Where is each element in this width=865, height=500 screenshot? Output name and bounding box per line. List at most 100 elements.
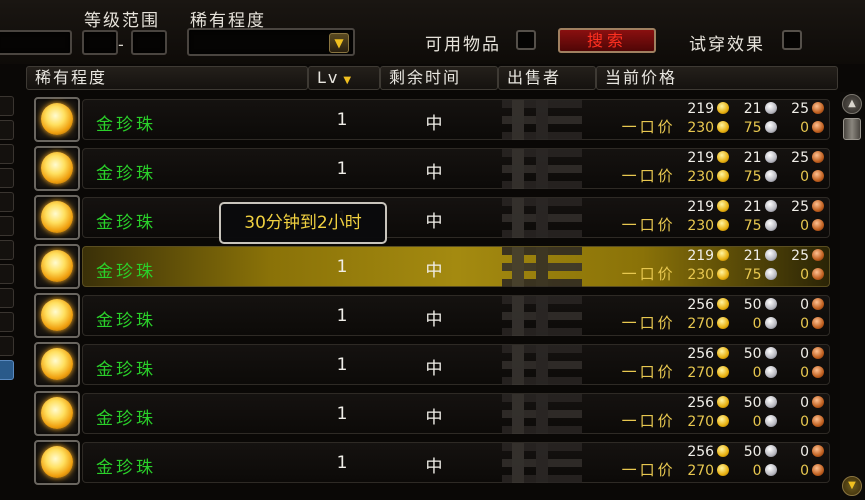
price-cell: 256 50 0 一口价 270 0 0	[594, 345, 824, 383]
time-left: 中	[425, 163, 443, 183]
usable-items-checkbox[interactable]	[516, 30, 536, 50]
copper-coin-icon	[812, 151, 824, 163]
auction-list: 金珍珠 1 中 219 21 25 一口价 230 75 0 金珍珠 1 中 2…	[30, 96, 832, 500]
column-header-current-price[interactable]: 当前价格	[596, 66, 838, 90]
table-row[interactable]: 金珍珠 1 中 256 50 0 一口价 270 0 0	[30, 341, 832, 388]
buyout-gold: 270	[687, 365, 715, 381]
side-tab[interactable]	[0, 312, 14, 332]
bid-gold: 256	[687, 297, 715, 313]
side-tab[interactable]	[0, 120, 14, 140]
copper-coin-icon	[812, 200, 824, 212]
name-search-input[interactable]	[0, 30, 72, 55]
side-tab[interactable]	[0, 168, 14, 188]
column-header-time-left[interactable]: 剩余时间	[380, 66, 498, 90]
silver-coin-icon	[764, 415, 777, 427]
item-name[interactable]: 金珍珠	[96, 208, 156, 233]
buyout-copper: 0	[800, 414, 809, 430]
column-header-rarity[interactable]: 稀有程度	[26, 66, 308, 90]
bid-copper: 0	[800, 395, 809, 411]
silver-coin-icon	[764, 347, 777, 359]
silver-coin-icon	[764, 219, 777, 231]
seller-name-blurred	[502, 296, 582, 336]
table-row[interactable]: 金珍珠 1 中 219 21 25 一口价 230 75 0	[30, 96, 832, 143]
item-slot[interactable]	[34, 342, 80, 387]
golden-pearl-icon	[41, 152, 73, 184]
side-tab[interactable]	[0, 192, 14, 212]
dropdown-arrow-icon[interactable]: ▼	[329, 33, 349, 53]
side-tab[interactable]	[0, 216, 14, 236]
table-row[interactable]: 金珍珠 1 中 256 50 0 一口价 270 0 0	[30, 292, 832, 339]
scroll-thumb[interactable]	[843, 118, 861, 140]
golden-pearl-icon	[41, 397, 73, 429]
buyout-label: 一口价	[621, 412, 676, 430]
table-row[interactable]: 金珍珠 1 中 219 21 25 一口价 230 75 0	[30, 194, 832, 241]
side-tab[interactable]	[0, 144, 14, 164]
item-name[interactable]: 金珍珠	[96, 110, 156, 135]
max-level-input[interactable]	[131, 30, 167, 55]
item-name[interactable]: 金珍珠	[96, 404, 156, 429]
column-headers: 稀有程度 Lv ▼ 剩余时间 出售者 当前价格	[26, 66, 838, 90]
buyout-label: 一口价	[621, 167, 676, 185]
gold-coin-icon	[717, 464, 730, 476]
buyout-price: 一口价 230 75 0	[622, 167, 824, 185]
side-tab[interactable]	[0, 288, 14, 308]
side-tab[interactable]	[0, 96, 14, 116]
time-left: 中	[425, 261, 443, 281]
bid-price: 219 21 25	[684, 198, 824, 216]
gold-coin-icon	[717, 249, 730, 261]
rarity-dropdown[interactable]: ▼	[187, 28, 355, 56]
copper-coin-icon	[812, 219, 824, 231]
bid-gold: 256	[687, 444, 715, 460]
filter-bar: 等级范围 - 稀有程度 ▼ 可用物品 搜索 试穿效果	[0, 0, 865, 64]
table-row[interactable]: 金珍珠 1 中 219 21 25 一口价 230 75 0	[30, 145, 832, 192]
list-scrollbar[interactable]: ▲ ▼	[840, 92, 864, 500]
buyout-gold: 230	[687, 169, 715, 185]
buyout-copper: 0	[800, 267, 809, 283]
item-slot[interactable]	[34, 440, 80, 485]
item-name[interactable]: 金珍珠	[96, 257, 156, 282]
column-header-lv[interactable]: Lv ▼	[308, 66, 380, 90]
buyout-silver: 75	[743, 120, 762, 136]
scroll-up-icon[interactable]: ▲	[842, 94, 862, 114]
gold-coin-icon	[717, 415, 730, 427]
item-name[interactable]: 金珍珠	[96, 159, 156, 184]
item-slot[interactable]	[34, 293, 80, 338]
gold-coin-icon	[717, 298, 730, 310]
table-row-selected[interactable]: 金珍珠 1 中 219 21 25 一口价 230 75 0	[30, 243, 832, 290]
column-header-seller[interactable]: 出售者	[498, 66, 596, 90]
scroll-down-icon[interactable]: ▼	[842, 476, 862, 496]
side-tab[interactable]	[0, 336, 14, 356]
copper-coin-icon	[812, 268, 824, 280]
item-slot[interactable]	[34, 97, 80, 142]
bid-price: 256 50 0	[684, 394, 824, 412]
copper-coin-icon	[812, 249, 824, 261]
item-name[interactable]: 金珍珠	[96, 453, 156, 478]
try-on-checkbox[interactable]	[782, 30, 802, 50]
bid-price: 219 21 25	[684, 247, 824, 265]
side-tab[interactable]	[0, 264, 14, 284]
buyout-label: 一口价	[621, 314, 676, 332]
side-tab[interactable]	[0, 240, 14, 260]
golden-pearl-icon	[41, 103, 73, 135]
item-slot[interactable]	[34, 391, 80, 436]
item-name[interactable]: 金珍珠	[96, 355, 156, 380]
silver-coin-icon	[764, 121, 777, 133]
silver-coin-icon	[764, 268, 777, 280]
item-level: 1	[336, 404, 348, 424]
item-name[interactable]: 金珍珠	[96, 306, 156, 331]
search-button[interactable]: 搜索	[558, 28, 656, 53]
item-slot[interactable]	[34, 195, 80, 240]
silver-coin-icon	[764, 464, 777, 476]
buyout-price: 一口价 270 0 0	[622, 461, 824, 479]
time-left: 中	[425, 310, 443, 330]
item-slot[interactable]	[34, 146, 80, 191]
bid-silver: 21	[743, 101, 762, 117]
side-tab-active[interactable]	[0, 360, 14, 380]
table-row[interactable]: 金珍珠 1 中 256 50 0 一口价 270 0 0	[30, 439, 832, 486]
table-row[interactable]: 金珍珠 1 中 256 50 0 一口价 270 0 0	[30, 390, 832, 437]
silver-coin-icon	[764, 249, 777, 261]
copper-coin-icon	[812, 366, 824, 378]
item-slot[interactable]	[34, 244, 80, 289]
buyout-label: 一口价	[621, 118, 676, 136]
min-level-input[interactable]	[82, 30, 118, 55]
